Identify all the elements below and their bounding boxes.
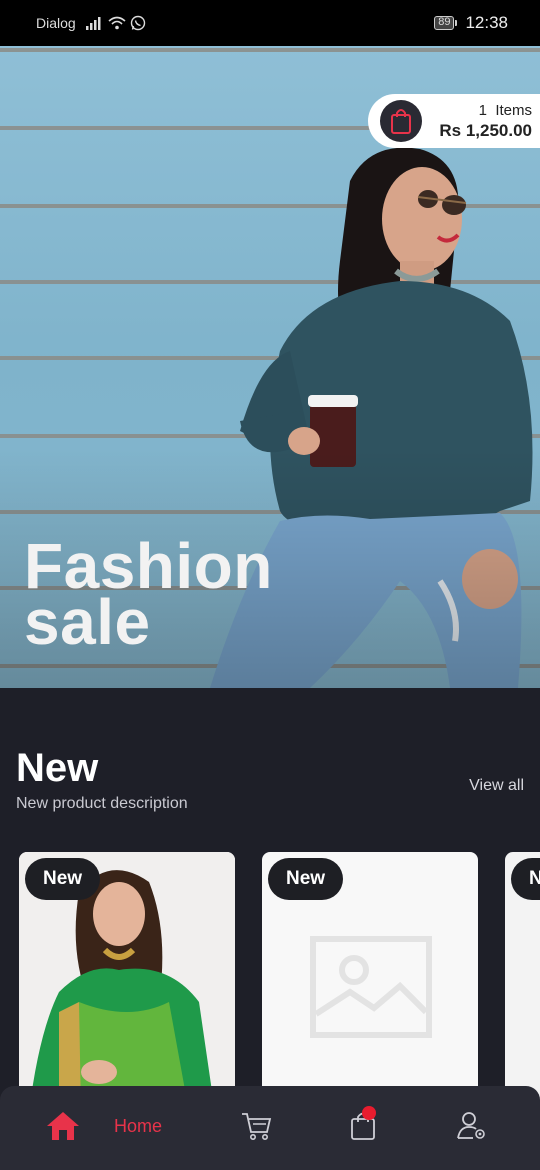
clock: 12:38 bbox=[465, 13, 508, 32]
cart-icon[interactable] bbox=[240, 1110, 272, 1142]
nav-bag[interactable] bbox=[350, 1106, 380, 1142]
whatsapp-icon bbox=[130, 15, 145, 31]
signal-icon bbox=[85, 17, 101, 30]
new-badge: New bbox=[268, 858, 344, 900]
notification-dot bbox=[362, 1106, 376, 1120]
carrier-name: Dialog bbox=[36, 15, 76, 31]
cart-items-label: Items bbox=[495, 101, 532, 119]
status-left: Dialog bbox=[36, 15, 146, 31]
section-title: New bbox=[16, 746, 99, 790]
home-icon bbox=[47, 1112, 79, 1140]
cart-summary-text: 1 Items Rs 1,250.00 bbox=[439, 102, 540, 141]
section-subtitle: New product description bbox=[16, 795, 188, 812]
battery-icon: 89 bbox=[434, 16, 458, 30]
image-placeholder-icon bbox=[310, 936, 432, 1038]
new-badge: New bbox=[511, 858, 540, 900]
view-all-link[interactable]: View all bbox=[469, 777, 524, 795]
wood-plank-line bbox=[0, 48, 540, 52]
profile-settings-icon[interactable] bbox=[456, 1110, 488, 1142]
product-card[interactable]: New bbox=[505, 852, 540, 1112]
cart-summary-pill[interactable]: 1 Items Rs 1,250.00 bbox=[368, 94, 540, 148]
bottom-navigation: Home bbox=[0, 1086, 540, 1170]
cart-items-row: 1 Items bbox=[439, 102, 532, 119]
status-icons bbox=[85, 15, 146, 31]
wifi-icon bbox=[108, 16, 126, 30]
status-bar: Dialog 89 12:38 bbox=[0, 0, 540, 46]
app-screen: Dialog 89 12:38 Fashion sale 1 Items Rs … bbox=[0, 0, 540, 1170]
shopping-bag-icon bbox=[380, 100, 422, 142]
cart-total: Rs 1,250.00 bbox=[439, 120, 532, 140]
cart-items-count: 1 bbox=[478, 101, 487, 119]
product-card[interactable]: New bbox=[262, 852, 478, 1112]
nav-home-label: Home bbox=[114, 1115, 163, 1136]
new-badge: New bbox=[25, 858, 101, 900]
hero-title: Fashion sale bbox=[24, 534, 273, 658]
battery-level: 89 bbox=[434, 16, 455, 30]
hero-title-line2: sale bbox=[24, 586, 151, 658]
nav-home[interactable]: Home bbox=[46, 1110, 162, 1142]
status-right: 89 12:38 bbox=[434, 13, 508, 33]
product-card[interactable]: New bbox=[19, 852, 235, 1112]
battery-tip bbox=[455, 20, 458, 26]
hero-banner[interactable]: Fashion sale 1 Items Rs 1,250.00 bbox=[0, 46, 540, 688]
